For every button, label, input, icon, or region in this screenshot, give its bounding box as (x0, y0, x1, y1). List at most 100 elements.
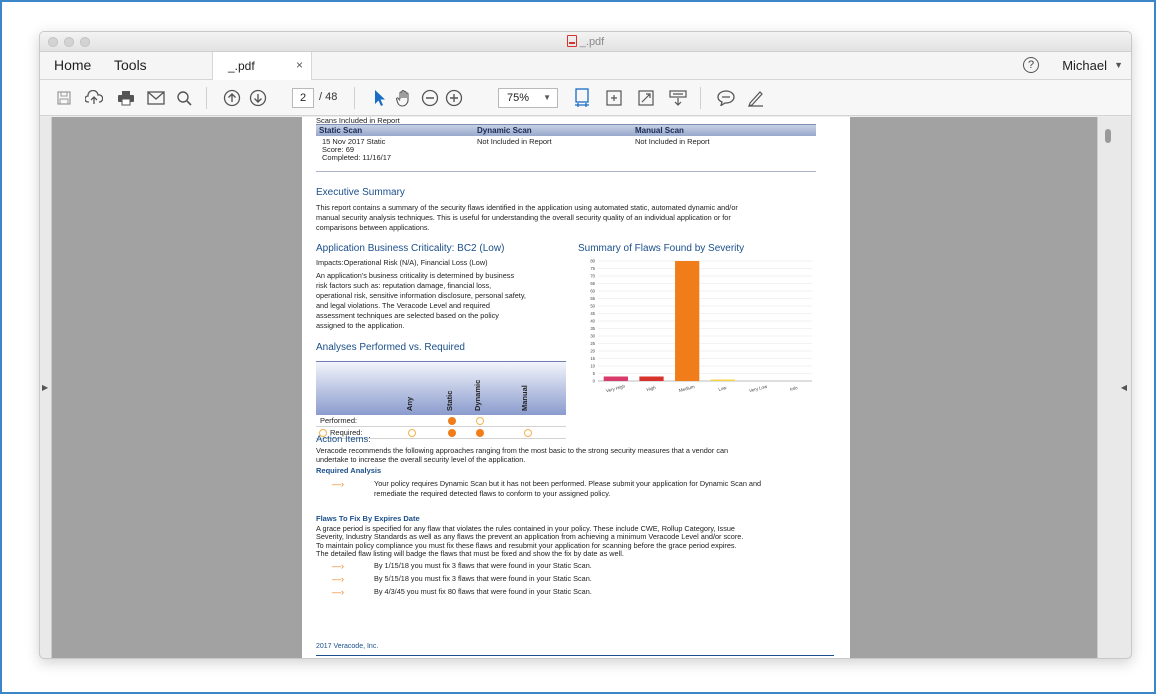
next-page-icon[interactable] (248, 88, 268, 108)
zoom-in-icon[interactable] (444, 88, 464, 108)
chart-y-tick-label: 80 (590, 259, 595, 264)
page-footer: 2017 Veracode, Inc. (316, 643, 379, 650)
chart-y-tick-label: 25 (590, 341, 595, 346)
chart-y-tick-label: 45 (590, 311, 595, 316)
arrow-right-icon: —› (332, 479, 344, 489)
chart-y-tick-label: 55 (590, 296, 595, 301)
toolbar-divider (354, 87, 355, 109)
flaws-fix-line: The detailed flaw listing will badge the… (316, 548, 624, 558)
manual-scan-cell: Not Included in Report (635, 137, 710, 146)
footer-rule (316, 655, 834, 656)
analyses-col-static: Static (444, 371, 454, 411)
user-name[interactable]: Michael (1062, 58, 1107, 73)
chart-x-tick-label: Medium (678, 384, 695, 393)
analyses-row-label: Performed: (320, 416, 358, 425)
highlight-pen-icon[interactable] (746, 88, 766, 108)
static-scan-header: Static Scan (319, 126, 363, 135)
chart-bar-medium (675, 261, 700, 381)
hand-tool-icon[interactable] (394, 88, 414, 108)
home-tab[interactable]: Home (54, 57, 91, 73)
help-icon[interactable]: ? (1023, 57, 1039, 73)
dynamic-scan-cell: Not Included in Report (477, 137, 552, 146)
analyses-table-header: Any Static Dynamic Manual (316, 361, 566, 415)
filled-circle-icon (448, 429, 456, 437)
zoom-out-icon[interactable] (420, 88, 440, 108)
comment-icon[interactable] (716, 88, 736, 108)
scans-table: Static Scan Dynamic Scan Manual Scan 15 … (316, 124, 816, 172)
fix-item: By 4/3/45 you must fix 80 flaws that wer… (374, 587, 592, 596)
pdf-page: Scans Included in Report Static Scan Dyn… (302, 117, 850, 658)
analyses-heading: Analyses Performed vs. Required (316, 342, 465, 353)
chart-bar-high (639, 376, 664, 381)
nav-bar: Home Tools _.pdf × ? Michael ▼ (40, 52, 1131, 80)
analyses-col-dynamic: Dynamic (472, 371, 482, 411)
user-menu-chevron-icon[interactable]: ▼ (1114, 60, 1123, 70)
window-title-text: _.pdf (579, 36, 605, 48)
previous-page-icon[interactable] (222, 88, 242, 108)
ring-circle-icon (524, 429, 532, 437)
chart-y-tick-label: 70 (590, 274, 595, 279)
fix-item: By 5/15/18 you must fix 3 flaws that wer… (374, 574, 592, 583)
required-analysis-line: Your policy requires Dynamic Scan but it… (374, 479, 762, 488)
fix-item: By 1/15/18 you must fix 3 flaws that wer… (374, 561, 592, 570)
right-panel: ◀ (1097, 117, 1131, 658)
chart-x-tick-label: Very High (605, 383, 626, 393)
criticality-line: assessment techniques are selected based… (316, 311, 499, 320)
document-tab[interactable]: _.pdf × (212, 52, 312, 80)
arrow-right-icon: —› (332, 574, 344, 584)
chart-x-tick-label: High (646, 385, 657, 392)
chart-y-tick-label: 35 (590, 326, 595, 331)
analyses-col-manual: Manual (519, 371, 529, 411)
select-cursor-icon[interactable] (370, 88, 390, 108)
chart-y-tick-label: 0 (593, 379, 596, 384)
chart-bar-very-high (603, 376, 628, 381)
analyses-col-label: Static (445, 390, 454, 411)
fit-page-icon[interactable] (572, 88, 592, 108)
chart-bar-low (710, 379, 735, 381)
chart-x-tick-label: Info (790, 385, 799, 392)
static-scan-cell: 15 Nov 2017 Static Score: 69 Completed: … (316, 138, 474, 171)
tools-tab[interactable]: Tools (114, 57, 147, 73)
analyses-row-performed: Performed: (316, 415, 566, 427)
read-mode-icon[interactable] (668, 88, 688, 108)
flaws-severity-chart: 0 5 10 15 20 25 30 35 40 45 50 55 60 65 70 75 80 Very Hig… (590, 259, 812, 393)
search-icon[interactable] (174, 88, 194, 108)
exec-line: This report contains a summary of the se… (316, 203, 738, 212)
rotate-view-icon[interactable] (604, 88, 624, 108)
title-bar: _.pdf (40, 32, 1131, 52)
expand-right-panel-icon[interactable]: ◀ (1121, 383, 1127, 392)
full-screen-icon[interactable] (636, 88, 656, 108)
ring-circle-icon (408, 429, 416, 437)
expand-left-panel-icon[interactable]: ▶ (42, 383, 48, 392)
required-analysis-line: remediate the required detected flaws to… (374, 489, 611, 498)
upload-cloud-icon[interactable] (84, 88, 104, 108)
criticality-line: operational risk, sensitive information … (316, 291, 526, 300)
criticality-heading: Application Business Criticality: BC2 (L… (316, 243, 505, 254)
toolbar-divider (206, 87, 207, 109)
zoom-level-select[interactable]: 75% ▼ (498, 88, 558, 108)
acrobat-window: _.pdf Home Tools _.pdf × ? Michael ▼ 2 /… (39, 31, 1132, 659)
vertical-scrollbar[interactable] (1105, 129, 1111, 143)
toolbar-divider (700, 87, 701, 109)
chart-y-tick-label: 30 (590, 334, 595, 339)
executive-summary-heading: Executive Summary (316, 187, 405, 198)
pdf-file-icon (566, 35, 577, 47)
executive-summary-body: This report contains a summary of the se… (316, 203, 836, 233)
document-viewer[interactable]: ▶ Scans Included in Report Static Scan D… (40, 117, 1131, 658)
chart-y-tick-label: 10 (590, 364, 595, 369)
arrow-right-icon: —› (332, 587, 344, 597)
analyses-col-label: Dynamic (473, 379, 482, 411)
document-tab-label: _.pdf (228, 59, 255, 73)
page-number-input[interactable]: 2 (292, 88, 314, 108)
criticality-line: assigned to the application. (316, 321, 405, 330)
email-icon[interactable] (146, 88, 166, 108)
left-panel-toggle[interactable]: ▶ (40, 117, 52, 658)
flaws-to-fix-body: A grace period is specified for any flaw… (316, 524, 743, 558)
save-icon[interactable] (54, 88, 74, 108)
print-icon[interactable] (116, 88, 136, 108)
close-tab-icon[interactable]: × (296, 58, 303, 72)
analyses-col-label: Manual (520, 385, 529, 411)
chart-y-tick-label: 40 (590, 319, 595, 324)
dynamic-scan-header: Dynamic Scan (477, 126, 532, 135)
page-total: / 48 (319, 91, 338, 103)
